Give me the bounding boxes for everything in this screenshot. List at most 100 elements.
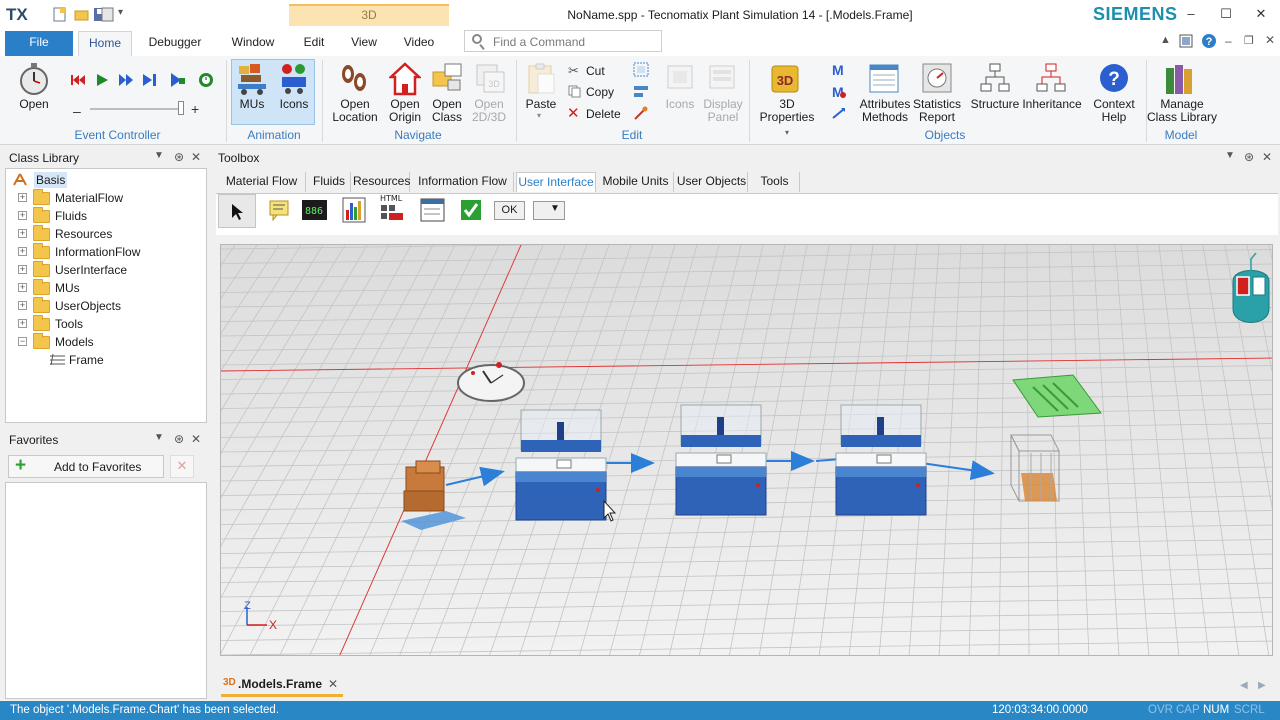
button-tool[interactable]: OK [494,201,525,220]
save-as-icon[interactable] [100,7,115,22]
delete-button[interactable]: ✕ Delete [566,105,622,124]
minimize-icon[interactable]: – [1180,6,1202,24]
speed-increase-icon[interactable]: + [191,101,199,117]
expand-icon[interactable]: + [18,301,27,310]
expand-icon[interactable]: + [18,247,27,256]
structure-button[interactable]: Structure [968,98,1022,111]
pin-icon[interactable]: ⊛ [1244,150,1254,164]
play-icon[interactable] [95,73,109,87]
expand-icon[interactable]: + [18,283,27,292]
3d-scene[interactable]: Z X [221,245,1273,656]
3d-properties-icon[interactable]: 3D [770,62,802,96]
toolbox-tab-mobile-units[interactable]: Mobile Units [598,172,674,192]
tab-scroll-left-icon[interactable]: ◀ [1240,680,1248,691]
panel-close-icon[interactable]: ✕ [191,432,201,446]
tab-scroll-right-icon[interactable]: ▶ [1258,680,1266,691]
mdi-minimize-icon[interactable]: – [1225,34,1232,48]
tab-home[interactable]: Home [78,31,132,56]
attributes-methods-button[interactable]: Attributes Methods [856,98,914,124]
attributes-methods-icon[interactable] [868,62,900,96]
expand-icon[interactable]: + [18,319,27,328]
realtime-clock-icon[interactable] [198,71,215,88]
toolbox-tab-tools[interactable]: Tools [750,172,800,192]
open-origin-icon[interactable] [389,62,421,96]
tab-file[interactable]: File [5,31,73,56]
tab-edit[interactable]: Edit [297,31,331,56]
new-file-icon[interactable] [52,7,67,22]
inheritance-icon[interactable] [1035,62,1067,96]
add-to-favorites-button[interactable]: + Add to Favorites [8,455,164,478]
toolbox-tab-fluids[interactable]: Fluids [308,172,351,192]
open-location-button[interactable]: Open Location [330,98,380,124]
3d-viewport[interactable]: Z X [220,244,1273,656]
structure-icon[interactable] [979,62,1011,96]
dialog-tool-icon[interactable] [420,198,445,222]
speed-decrease-icon[interactable]: – [73,103,81,119]
toolbox-tab-material-flow[interactable]: Material Flow [218,172,306,192]
tab-debugger[interactable]: Debugger [141,31,209,56]
maximize-icon[interactable]: ☐ [1215,6,1237,24]
checkbox-tool-icon[interactable] [460,199,482,221]
paste-icon[interactable] [526,62,558,96]
connector-icon[interactable] [831,106,847,121]
collapse-icon[interactable]: − [18,337,27,346]
chart-tool-icon[interactable] [342,197,366,223]
step-icon[interactable] [142,73,158,87]
panel-menu-icon[interactable]: ▼ [154,432,164,443]
stopwatch-icon[interactable] [18,62,50,96]
inheritance-button[interactable]: Inheritance [1020,98,1084,111]
expand-icon[interactable]: + [18,193,27,202]
display-panel-button[interactable]: Display Panel [700,98,746,124]
pin-icon[interactable]: ⊛ [174,432,184,446]
toolbox-tab-information-flow[interactable]: Information Flow [412,172,514,192]
icons-edit-icon[interactable] [664,62,696,96]
open-class-icon[interactable] [431,62,463,96]
display-panel-icon[interactable] [706,62,738,96]
speed-slider-thumb[interactable] [178,101,184,115]
manage-class-library-button[interactable]: Manage Class Library [1146,98,1218,124]
toolbox-tab-user-objects[interactable]: User Objects [676,172,748,192]
tab-window[interactable]: Window [223,31,283,56]
paste-dropdown-icon[interactable]: ▾ [537,111,541,120]
context-help-icon[interactable]: ? [1098,62,1130,96]
html-report-tool-button[interactable]: HTML [380,194,406,224]
open-file-icon[interactable] [74,7,89,22]
open-event-controller-button[interactable]: Open [14,98,54,111]
panel-close-icon[interactable]: ✕ [191,150,201,164]
animate-mus-button[interactable]: MUs [233,98,271,111]
pointer-tool-button[interactable] [218,194,256,228]
mdi-close-icon[interactable]: ✕ [1265,33,1275,47]
animate-icons-button[interactable]: Icons [275,98,313,111]
dropdown-list-tool[interactable]: ▼ [533,201,565,220]
panel-close-icon[interactable]: ✕ [1262,150,1272,164]
open-origin-button[interactable]: Open Origin [380,98,430,124]
icons-edit-button[interactable]: Icons [660,98,700,111]
tools-edit-icon[interactable] [633,106,649,121]
panel-menu-icon[interactable]: ▼ [1225,150,1235,161]
3d-properties-button[interactable]: 3D Properties ▾ [757,98,817,139]
tab-video[interactable]: Video [397,31,441,56]
copy-button[interactable]: Copy [566,84,616,102]
context-tab-3d[interactable]: 3D [289,4,449,26]
class-library-books-icon[interactable] [1164,62,1196,96]
expand-icon[interactable]: + [18,211,27,220]
graphics-mode-icon[interactable]: M [831,62,847,77]
open-class-button[interactable]: Open Class [426,98,468,124]
step-debug-icon[interactable] [169,72,186,88]
window-layout-icon[interactable] [1179,34,1193,48]
statistics-report-button[interactable]: Statistics Report [912,98,962,124]
expand-icon[interactable]: + [18,229,27,238]
icons-animation-icon[interactable] [278,62,310,96]
viewport-scrollbar[interactable] [1273,244,1278,656]
panel-menu-icon[interactable]: ▼ [154,150,164,161]
customize-toolbar-icon[interactable]: ▾ [118,7,123,18]
expand-icon[interactable]: + [18,265,27,274]
statistics-report-icon[interactable] [921,62,953,96]
mus-icon[interactable] [236,62,268,96]
reset-icon[interactable] [70,73,86,87]
select-all-icon[interactable] [633,62,649,77]
remove-favorite-icon[interactable]: ✕ [170,455,194,478]
display-tool-icon[interactable]: 886 [301,199,328,221]
pin-icon[interactable]: ⊛ [174,150,184,164]
collapse-ribbon-icon[interactable]: ▲ [1160,34,1171,46]
